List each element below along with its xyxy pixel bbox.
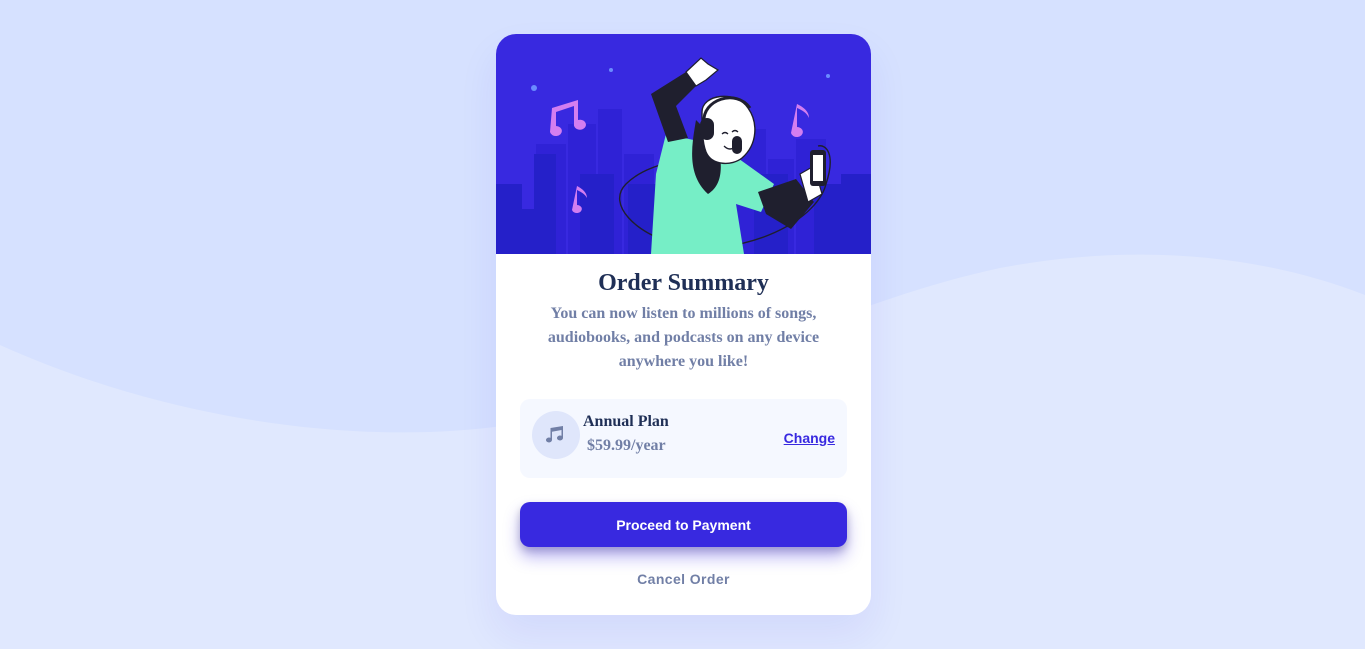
hero-illustration bbox=[496, 34, 871, 254]
cancel-order-button[interactable]: Cancel Order bbox=[496, 570, 871, 588]
order-summary-card: Order Summary You can now listen to mill… bbox=[496, 34, 871, 615]
change-plan-link[interactable]: Change bbox=[784, 430, 835, 446]
plan-summary: Annual Plan $59.99/year Change bbox=[520, 399, 847, 478]
order-description: You can now listen to millions of songs,… bbox=[547, 305, 820, 370]
page-title: Order Summary bbox=[598, 270, 769, 296]
music-note-icon bbox=[532, 411, 580, 459]
proceed-to-payment-button[interactable]: Proceed to Payment bbox=[520, 502, 847, 547]
plan-price: $59.99/year bbox=[587, 437, 666, 454]
plan-name: Annual Plan bbox=[583, 413, 669, 430]
